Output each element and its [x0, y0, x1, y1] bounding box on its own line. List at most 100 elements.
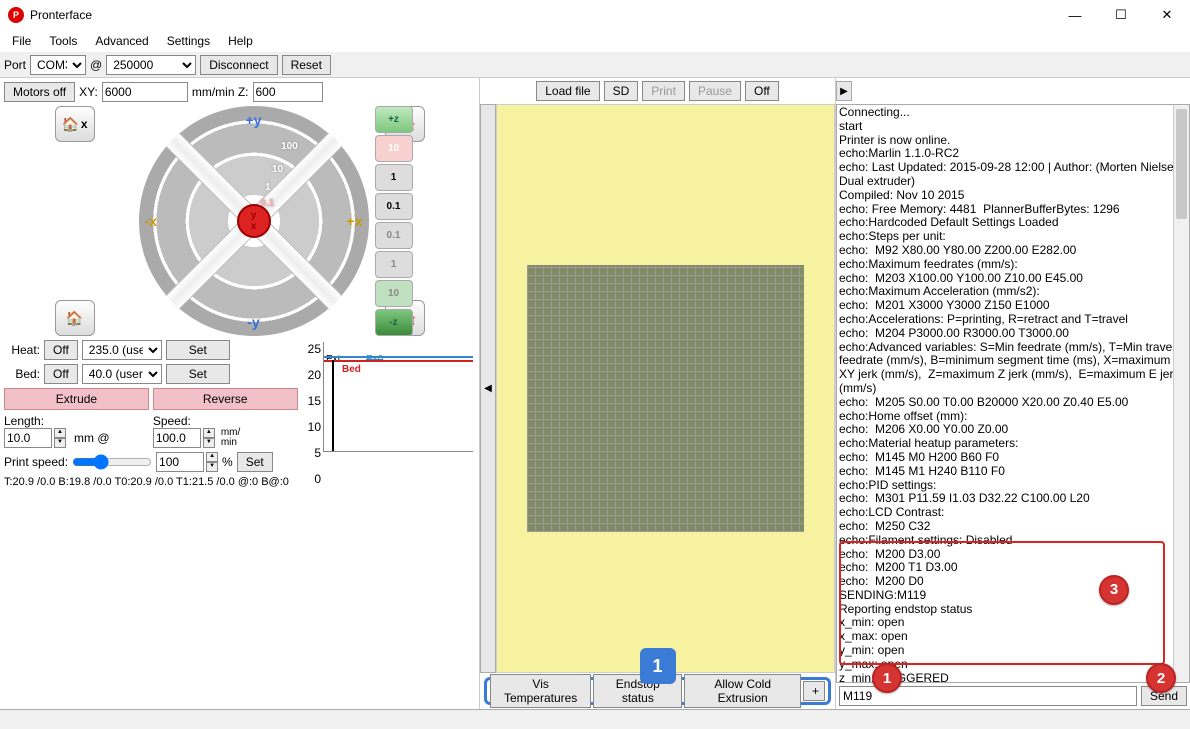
xy-jog-dial[interactable]: yx +y -y +x -x 100 10 1 0.1 [139, 106, 369, 336]
preview-right-collapse[interactable]: ▶ [836, 81, 852, 101]
console-output[interactable]: Connecting...startPrinter is now online.… [836, 104, 1190, 683]
ps-up[interactable]: ▲ [206, 452, 218, 462]
xy-home-center[interactable]: yx [237, 204, 271, 238]
home-icon: 🏠 [66, 310, 83, 327]
printspeed-input[interactable] [156, 452, 204, 472]
heat-off-button[interactable]: Off [44, 340, 78, 360]
printspeed-label: Print speed: [4, 455, 68, 469]
bed-label: Bed: [4, 367, 40, 381]
menu-file[interactable]: File [4, 32, 39, 50]
menu-advanced[interactable]: Advanced [87, 32, 156, 50]
bed-temp-select[interactable]: 40.0 (user) [82, 364, 162, 384]
console-line: echo: M200 D0 [839, 575, 1187, 589]
y-minus-label[interactable]: -y [247, 314, 259, 330]
console-line: echo: Free Memory: 4481 PlannerBufferByt… [839, 203, 1187, 217]
length-label: Length: [4, 414, 149, 428]
menubar: File Tools Advanced Settings Help [0, 30, 1190, 52]
length-input[interactable] [4, 428, 52, 448]
home-all-button[interactable]: 🏠 [55, 300, 95, 336]
console-line: echo:Accelerations: P=printing, R=retrac… [839, 313, 1187, 327]
console-line: start [839, 120, 1187, 134]
minimize-button[interactable]: — [1052, 0, 1098, 30]
z-step-10b[interactable]: 10 [375, 280, 413, 307]
extrude-button[interactable]: Extrude [4, 388, 149, 410]
z-step-1[interactable]: 1 [375, 164, 413, 191]
custom-buttons-bar: 1 Vis Temperatures Endstop status Allow … [484, 677, 831, 705]
load-file-button[interactable]: Load file [536, 81, 599, 101]
console-line: echo: M250 C32 [839, 520, 1187, 534]
z-speed-input[interactable] [253, 82, 323, 102]
heat-set-button[interactable]: Set [166, 340, 230, 360]
z-step-1b[interactable]: 1 [375, 251, 413, 278]
z-step-10[interactable]: 10 [375, 135, 413, 162]
scrollbar-thumb[interactable] [1176, 109, 1187, 219]
console-line: echo: M200 T1 D3.00 [839, 561, 1187, 575]
menu-tools[interactable]: Tools [41, 32, 85, 50]
x-plus-label[interactable]: +x [347, 213, 363, 229]
console-line: x_min: open [839, 616, 1187, 630]
build-plate-grid [527, 265, 804, 532]
annotation-badge-3: 3 [1099, 575, 1129, 605]
pause-button[interactable]: Pause [689, 81, 741, 101]
speed-down[interactable]: ▼ [203, 438, 215, 448]
menu-settings[interactable]: Settings [159, 32, 218, 50]
home-x-button[interactable]: 🏠x [55, 106, 95, 142]
reset-button[interactable]: Reset [282, 55, 331, 75]
off-button[interactable]: Off [745, 81, 779, 101]
console-line: echo: M200 D3.00 [839, 548, 1187, 562]
port-select[interactable]: COM3 [30, 55, 86, 75]
length-down[interactable]: ▼ [54, 438, 66, 448]
console-line: echo: M301 P11.59 I1.03 D32.22 C100.00 L… [839, 492, 1187, 506]
home-icon: 🏠 [61, 116, 78, 133]
console-line: x_max: open [839, 630, 1187, 644]
vis-temperatures-button[interactable]: Vis Temperatures [490, 674, 591, 708]
console-line: echo:Advanced variables: S=Min feedrate … [839, 341, 1187, 396]
console-line: echo:Maximum feedrates (mm/s): [839, 258, 1187, 272]
z-step-01[interactable]: 0.1 [375, 193, 413, 220]
console-line: SENDING:M119 [839, 589, 1187, 603]
z-plus-button[interactable]: +z [375, 106, 413, 133]
ps-down[interactable]: ▼ [206, 462, 218, 472]
at-label: @ [90, 58, 102, 72]
console-line: y_min: open [839, 644, 1187, 658]
maximize-button[interactable]: ☐ [1098, 0, 1144, 30]
speed-input[interactable] [153, 428, 201, 448]
annotation-badge-2: 2 [1146, 663, 1176, 693]
bed-off-button[interactable]: Off [44, 364, 78, 384]
printspeed-set-button[interactable]: Set [237, 452, 273, 472]
console-line: echo: M203 X100.00 Y100.00 Z10.00 E45.00 [839, 272, 1187, 286]
console-line: echo:Material heatup parameters: [839, 437, 1187, 451]
z-minus-button[interactable]: -z [375, 309, 413, 336]
sd-button[interactable]: SD [604, 81, 639, 101]
printspeed-slider[interactable] [72, 454, 152, 470]
x-minus-label[interactable]: -x [145, 213, 157, 229]
xy-speed-input[interactable] [102, 82, 188, 102]
preview-left-collapse[interactable]: ◀ [480, 104, 496, 673]
console-line: echo:LCD Contrast: [839, 506, 1187, 520]
z-step-01b[interactable]: 0.1 [375, 222, 413, 249]
gcode-preview[interactable] [496, 104, 835, 673]
menu-help[interactable]: Help [220, 32, 261, 50]
console-line: echo:PID settings: [839, 479, 1187, 493]
console-line: echo: M204 P3000.00 R3000.00 T3000.00 [839, 327, 1187, 341]
speed-up[interactable]: ▲ [203, 428, 215, 438]
heat-temp-select[interactable]: 235.0 (user) [82, 340, 162, 360]
print-button[interactable]: Print [642, 81, 685, 101]
add-custom-button[interactable]: + [803, 681, 825, 701]
console-line: echo:Home offset (mm): [839, 410, 1187, 424]
console-scrollbar[interactable] [1173, 105, 1189, 682]
bed-set-button[interactable]: Set [166, 364, 230, 384]
console-line: echo:Hardcoded Default Settings Loaded [839, 216, 1187, 230]
disconnect-button[interactable]: Disconnect [200, 55, 277, 75]
motors-off-button[interactable]: Motors off [4, 82, 75, 102]
console-line: echo: M201 X3000 Y3000 Z150 E1000 [839, 299, 1187, 313]
close-button[interactable]: ✕ [1144, 0, 1190, 30]
reverse-button[interactable]: Reverse [153, 388, 298, 410]
baud-select[interactable]: 250000 [106, 55, 196, 75]
y-plus-label[interactable]: +y [246, 112, 262, 128]
temperature-status: T:20.9 /0.0 B:19.8 /0.0 T0:20.9 /0.0 T1:… [4, 476, 298, 488]
allow-cold-extrusion-button[interactable]: Allow Cold Extrusion [684, 674, 801, 708]
length-up[interactable]: ▲ [54, 428, 66, 438]
console-line: Printer is now online. [839, 134, 1187, 148]
mmmin-z-label: mm/min Z: [192, 85, 249, 99]
